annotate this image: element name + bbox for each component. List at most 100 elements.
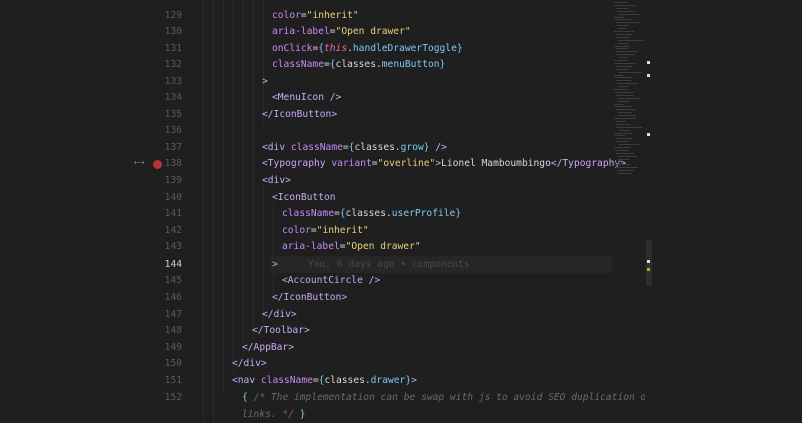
line-number: 141: [164, 208, 182, 219]
code-line[interactable]: color="inherit": [272, 7, 359, 24]
line-number: 135: [164, 109, 182, 120]
minimap-line: [618, 86, 629, 88]
minimap-line: [618, 173, 631, 175]
left-empty-pane: [0, 0, 150, 423]
code-line[interactable]: color="inherit": [282, 222, 369, 239]
minimap-line: [614, 132, 633, 134]
minimap-line: [618, 57, 627, 59]
minimap-line: [616, 152, 634, 154]
minimap-line: [616, 7, 628, 9]
minimap[interactable]: [612, 0, 644, 180]
minimap-line: [617, 141, 629, 143]
minimap-line: [615, 120, 626, 122]
code-line[interactable]: className={classes.menuButton}: [272, 56, 445, 73]
minimap-line: [616, 65, 632, 67]
minimap-line: [618, 71, 642, 73]
minimap-line: [615, 91, 634, 93]
code-line[interactable]: <IconButton: [272, 189, 336, 206]
minimap-line: [614, 89, 627, 90]
code-editor[interactable]: ⇠⇢ 129 130 131 132 133 134 135 136 137 1…: [0, 0, 802, 423]
line-number: 140: [164, 192, 182, 203]
minimap-line: [618, 129, 631, 131]
line-number: 142: [164, 225, 182, 236]
scrollbar-marker: [647, 133, 650, 136]
code-line[interactable]: </IconButton>: [272, 289, 347, 306]
line-number: 151: [164, 375, 182, 386]
line-number: 148: [164, 325, 182, 336]
line-number: 136: [164, 125, 182, 136]
minimap-line: [615, 48, 627, 50]
minimap-line: [618, 28, 626, 30]
split-arrows-icon[interactable]: ⇠⇢: [134, 158, 145, 168]
minimap-line: [616, 94, 633, 96]
code-line[interactable]: aria-label="Open drawer": [282, 238, 421, 255]
line-number: 131: [164, 43, 182, 54]
code-line[interactable]: </Toolbar>: [252, 322, 310, 339]
minimap-line: [615, 106, 631, 108]
minimap-line: [615, 135, 625, 137]
code-line[interactable]: { /* The implementation can be swap with…: [242, 389, 652, 406]
code-line[interactable]: </IconButton>: [262, 106, 337, 123]
code-line[interactable]: aria-label="Open drawer": [272, 23, 411, 40]
line-number: 146: [164, 292, 182, 303]
code-line[interactable]: <Typography variant="overline">Lionel Ma…: [262, 155, 626, 172]
code-line[interactable]: </div>: [262, 306, 297, 323]
line-number: 149: [164, 342, 182, 353]
minimap-line: [616, 80, 631, 82]
minimap-line: [618, 42, 628, 44]
code-line[interactable]: className={classes.userProfile}: [282, 205, 461, 222]
code-line[interactable]: >: [262, 73, 268, 90]
minimap-line: [614, 118, 636, 119]
minimap-line: [614, 2, 628, 3]
minimap-line: [615, 4, 635, 6]
minimap-line: [614, 16, 624, 18]
minimap-line: [615, 164, 630, 166]
minimap-line: [617, 25, 629, 27]
minimap-line: [618, 100, 630, 102]
minimap-line: [617, 39, 643, 41]
minimap-line: [617, 68, 629, 70]
right-empty-pane: [657, 0, 802, 423]
minimap-line: [616, 109, 636, 111]
minimap-line: [614, 147, 630, 148]
line-number-active: 144: [164, 259, 182, 270]
code-line[interactable]: </div>: [232, 355, 267, 372]
minimap-line: [614, 103, 623, 105]
code-line[interactable]: <MenuIcon />: [272, 89, 341, 106]
line-number: 143: [164, 241, 182, 252]
scrollbar-marker: [647, 74, 650, 77]
minimap-line: [615, 77, 633, 79]
minimap-line: [617, 126, 642, 128]
code-line[interactable]: <div>: [262, 172, 291, 189]
minimap-line: [618, 115, 636, 117]
minimap-line: [617, 97, 640, 99]
minimap-line: [615, 33, 633, 35]
line-number: 137: [164, 142, 182, 153]
code-line[interactable]: >: [272, 256, 278, 273]
line-number: 129: [164, 10, 182, 21]
line-number: 133: [164, 76, 182, 87]
line-number: 134: [164, 92, 182, 103]
code-line[interactable]: </AppBar>: [242, 339, 294, 356]
code-line[interactable]: links. */ }: [242, 406, 306, 423]
line-number: 132: [164, 59, 182, 70]
scrollbar-thumb[interactable]: [646, 240, 652, 286]
minimap-line: [614, 31, 634, 32]
minimap-line: [615, 149, 629, 151]
minimap-line: [615, 62, 635, 64]
minimap-line: [617, 83, 638, 85]
code-line[interactable]: onClick={this.handleDrawerToggle}: [272, 40, 463, 57]
minimap-line: [616, 51, 638, 53]
code-line[interactable]: <div className={classes.grow} />: [262, 139, 447, 156]
code-line[interactable]: <AccountCircle />: [282, 272, 380, 289]
minimap-line: [617, 170, 634, 172]
git-blame-annotation: You, 6 days ago • components: [308, 259, 470, 270]
code-line[interactable]: <nav className={classes.drawer}>: [232, 372, 417, 389]
minimap-line: [618, 158, 630, 160]
line-number: 138: [164, 158, 182, 169]
line-number: 152: [164, 392, 182, 403]
minimap-line: [617, 10, 635, 12]
line-number: 150: [164, 358, 182, 369]
minimap-line: [617, 112, 631, 114]
minimap-line: [615, 19, 631, 21]
